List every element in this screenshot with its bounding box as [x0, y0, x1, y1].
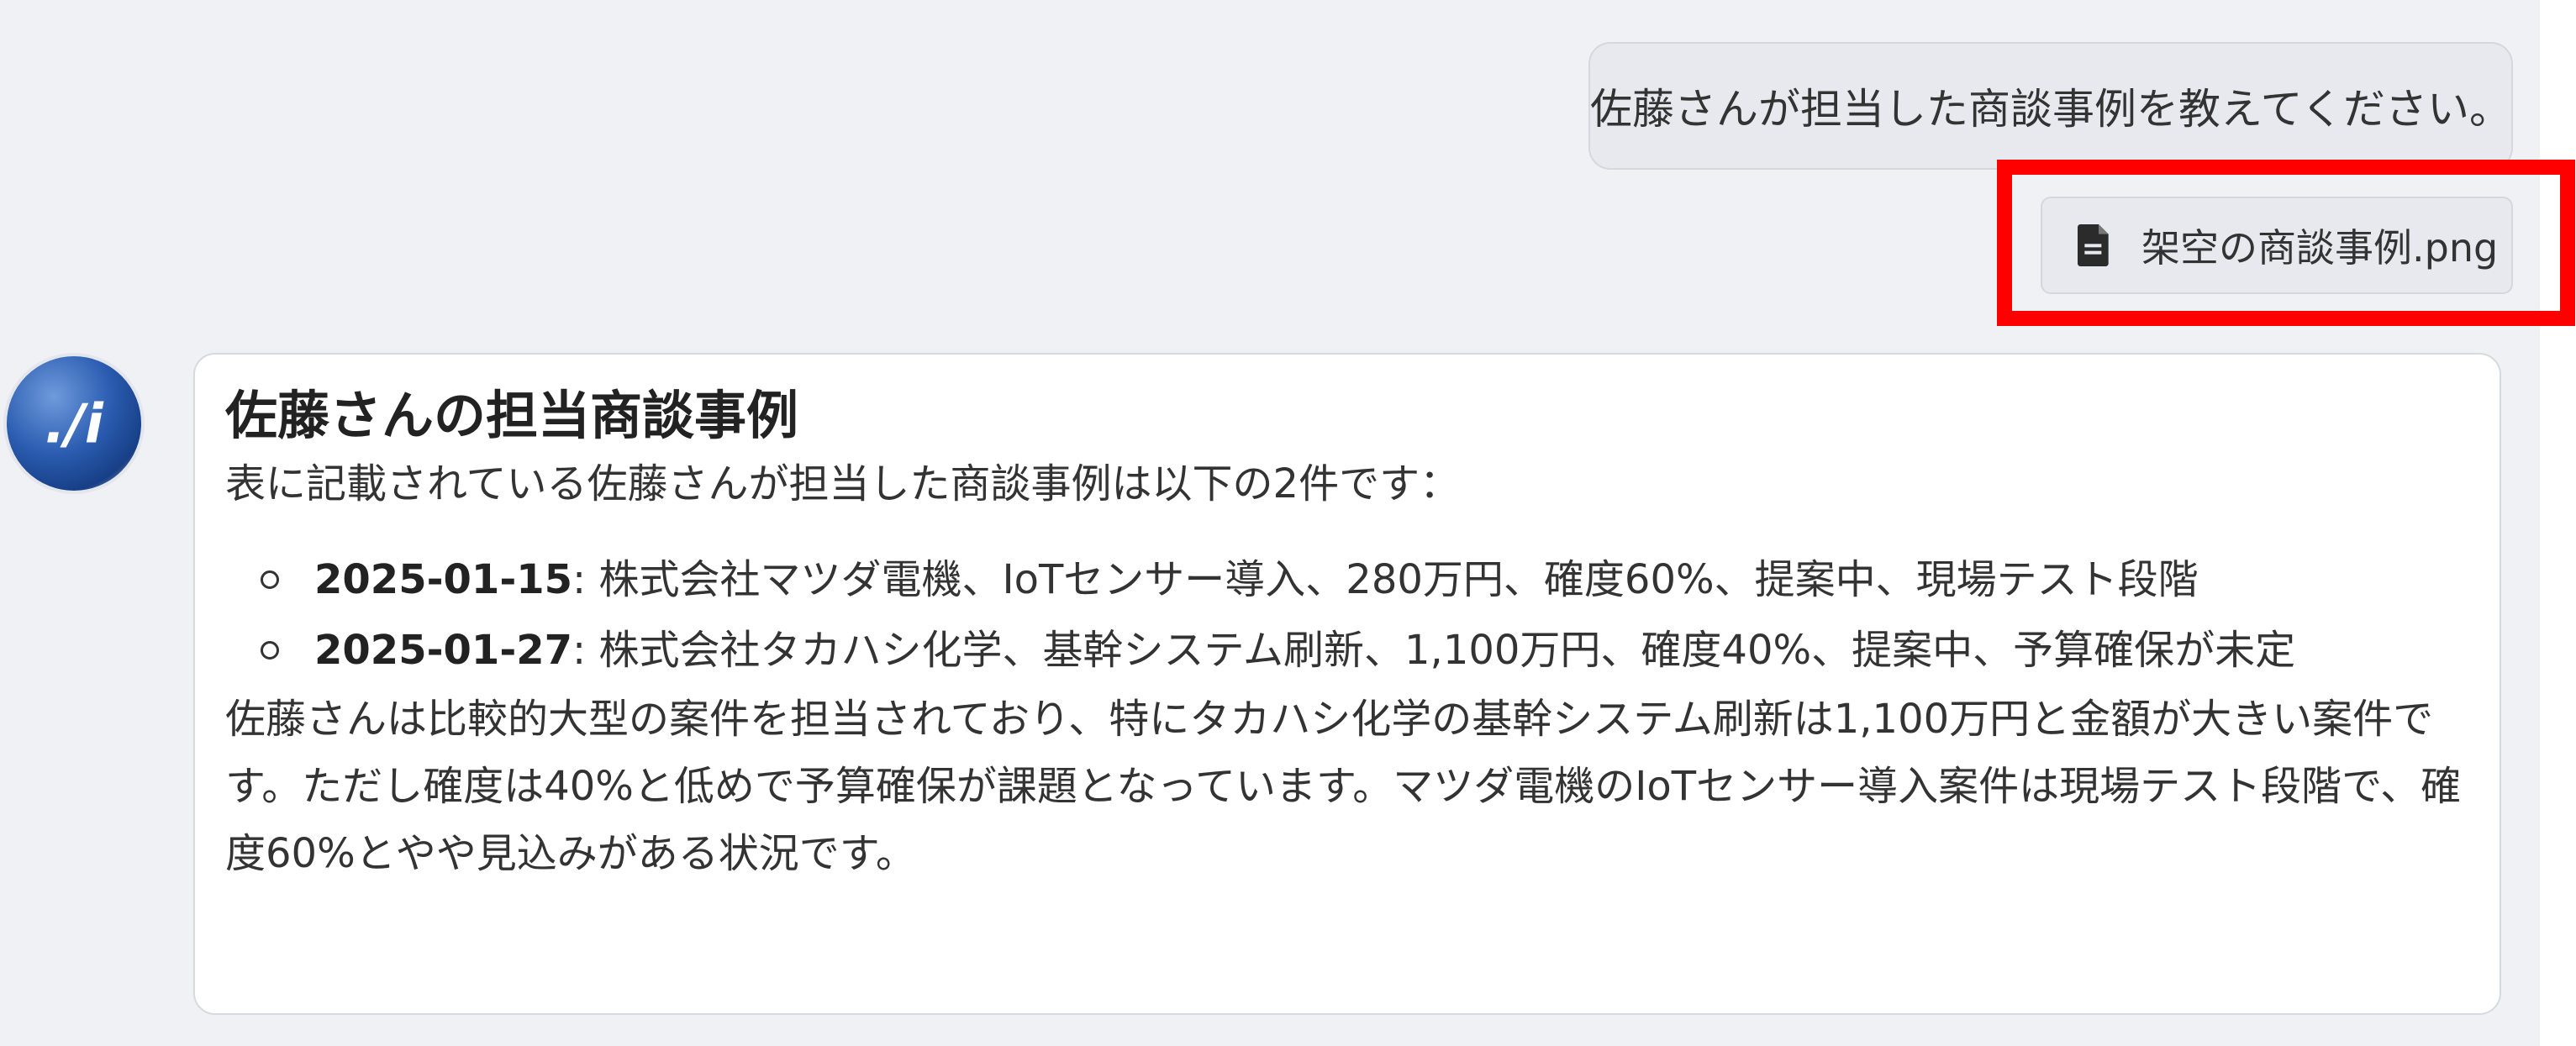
avatar: ./i: [3, 353, 145, 494]
case-date: 2025-01-15: [314, 556, 573, 604]
case-detail: : 株式会社タカハシ化学、基幹システム刷新、1,100万円、確度40%、提案中、…: [572, 627, 2296, 675]
response-summary: 佐藤さんは比較的大型の案件を担当されており、特にタカハシ化学の基幹システム刷新は…: [225, 696, 2462, 878]
list-item: 2025-01-15: 株式会社マツダ電機、IoTセンサー導入、280万円、確度…: [261, 544, 2466, 615]
highlight-box: [1997, 160, 2575, 326]
assistant-message-card: 佐藤さんの担当商談事例 表に記載されている佐藤さんが担当した商談事例は以下の2件…: [193, 353, 2501, 1015]
avatar-logo-icon: ./i: [45, 393, 104, 455]
user-message-text: 佐藤さんが担当した商談事例を教えてください。: [1590, 85, 2511, 134]
bullet-circle-icon: [261, 641, 279, 660]
window-edge: [2540, 0, 2576, 1046]
response-intro: 表に記載されている佐藤さんが担当した商談事例は以下の2件です：: [225, 460, 1461, 508]
response-title: 佐藤さんの担当商談事例: [225, 385, 799, 446]
case-list: 2025-01-15: 株式会社マツダ電機、IoTセンサー導入、280万円、確度…: [225, 544, 2466, 686]
user-message-bubble: 佐藤さんが担当した商談事例を教えてください。: [1588, 42, 2513, 170]
case-date: 2025-01-27: [314, 627, 573, 675]
bullet-circle-icon: [261, 570, 279, 590]
case-detail: : 株式会社マツダ電機、IoTセンサー導入、280万円、確度60%、提案中、現場…: [572, 556, 2199, 604]
svg-text:./i: ./i: [45, 393, 104, 455]
list-item: 2025-01-27: 株式会社タカハシ化学、基幹システム刷新、1,100万円、…: [261, 615, 2466, 686]
